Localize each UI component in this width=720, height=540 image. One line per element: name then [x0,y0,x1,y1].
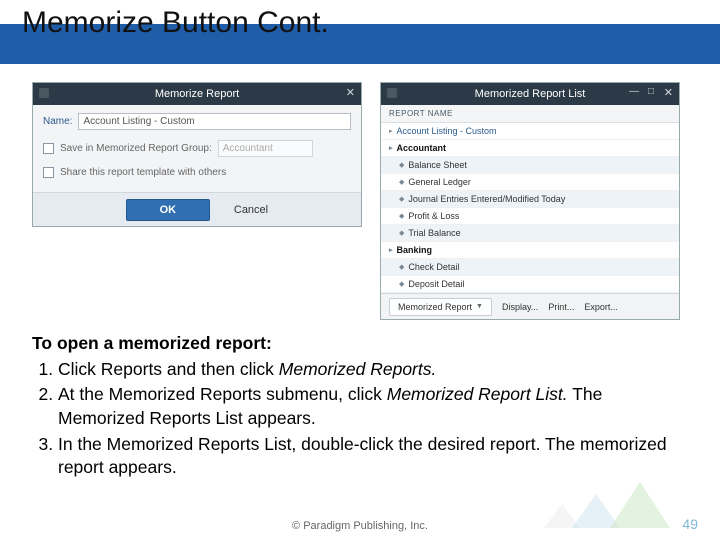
list-item-label: Banking [397,245,433,255]
screenshot-row: Memorize Report ✕ Name: Account Listing … [0,64,720,326]
share-checkbox[interactable] [43,167,54,178]
name-field[interactable]: Account Listing - Custom [78,113,351,130]
step-2: At the Memorized Reports submenu, click … [58,383,688,430]
expand-icon: ◆ [399,178,404,186]
list-item[interactable]: ◆ Balance Sheet [381,157,679,174]
export-button[interactable]: Export... [584,302,618,312]
list-item-label: Journal Entries Entered/Modified Today [408,194,565,204]
instructions-heading: To open a memorized report: [32,332,688,356]
expand-icon: ◆ [399,280,404,288]
list-item-label: Trial Balance [408,228,460,238]
page-number: 49 [682,516,698,532]
list-item-label: Profit & Loss [408,211,459,221]
page-title: Memorize Button Cont. [22,6,329,40]
expand-icon: ◆ [399,212,404,220]
list-item[interactable]: ◆ Journal Entries Entered/Modified Today [381,191,679,208]
minmax-icons[interactable]: — □ [629,86,657,97]
print-button[interactable]: Print... [548,302,574,312]
window-titlebar: Memorized Report List — □ ✕ [381,83,679,105]
expand-icon: ▸ [389,127,393,135]
step-1: Click Reports and then click Memorized R… [58,358,688,382]
expand-icon: ◆ [399,229,404,237]
memorized-report-list-window: Memorized Report List — □ ✕ REPORT NAME … [380,82,680,320]
list-item-label: Deposit Detail [408,279,464,289]
list-item[interactable]: ◆ Check Detail [381,259,679,276]
save-group-checkbox[interactable] [43,143,54,154]
group-select[interactable]: Accountant [218,140,313,157]
list-item[interactable]: ▸ Accountant [381,140,679,157]
expand-icon: ◆ [399,161,404,169]
chevron-down-icon: ▼ [476,303,483,310]
dialog-titlebar: Memorize Report ✕ [33,83,361,105]
list-item[interactable]: ▸ Banking [381,242,679,259]
memorized-report-button[interactable]: Memorized Report▼ [389,298,492,316]
name-label: Name: [43,116,72,127]
instructions: To open a memorized report: Click Report… [0,326,720,480]
display-button[interactable]: Display... [502,302,538,312]
report-list: ▸ Account Listing - Custom ▸ Accountant ◆ Bal… [381,123,679,293]
list-item[interactable]: ◆ Deposit Detail [381,276,679,293]
window-title: Memorized Report List [475,88,586,100]
share-label: Share this report template with others [60,167,226,178]
list-item[interactable]: ◆ Profit & Loss [381,208,679,225]
step-3: In the Memorized Reports List, double-cl… [58,433,688,480]
footer-copyright: © Paradigm Publishing, Inc. [0,520,720,532]
column-header: REPORT NAME [381,105,679,123]
system-menu-icon [387,88,397,98]
memorize-report-dialog: Memorize Report ✕ Name: Account Listing … [32,82,362,227]
expand-icon: ▸ [389,144,393,152]
list-item-label: Account Listing - Custom [397,126,497,136]
save-group-label: Save in Memorized Report Group: [60,143,212,154]
ok-button[interactable]: OK [126,199,210,221]
list-item-label: General Ledger [408,177,471,187]
cancel-button[interactable]: Cancel [234,204,268,216]
expand-icon: ▸ [389,246,393,254]
expand-icon: ◆ [399,195,404,203]
system-menu-icon [39,88,49,98]
list-item[interactable]: ◆ General Ledger [381,174,679,191]
close-icon[interactable]: ✕ [346,86,355,99]
list-item-label: Accountant [397,143,447,153]
list-item[interactable]: ◆ Trial Balance [381,225,679,242]
list-item-label: Check Detail [408,262,459,272]
list-item-label: Balance Sheet [408,160,467,170]
list-item[interactable]: ▸ Account Listing - Custom [381,123,679,140]
expand-icon: ◆ [399,263,404,271]
dialog-title: Memorize Report [155,88,239,100]
close-icon[interactable]: ✕ [664,86,673,99]
